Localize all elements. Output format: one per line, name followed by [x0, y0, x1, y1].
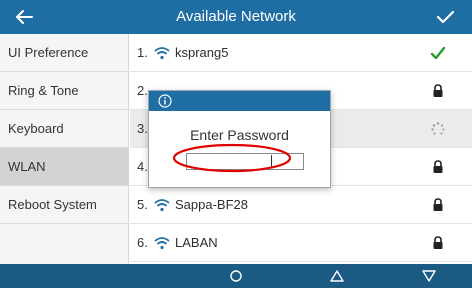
lock-icon [430, 235, 446, 251]
info-icon [158, 94, 172, 108]
page-title: Available Network [176, 8, 296, 25]
triangle-up-icon[interactable] [328, 268, 346, 284]
dialog-prompt: Enter Password [190, 127, 289, 143]
row-number: 4. [137, 159, 148, 174]
row-number: 6. [137, 235, 148, 250]
checkmark-icon [430, 45, 446, 61]
dialog-title-bar [149, 91, 330, 111]
network-row[interactable]: 1. ksprang5 [130, 34, 472, 72]
row-number: 2. [137, 83, 148, 98]
loading-spinner-icon [430, 121, 446, 137]
password-field[interactable] [186, 153, 304, 170]
network-ssid: Sappa-BF28 [175, 197, 248, 212]
wifi-icon [154, 236, 170, 250]
network-ssid: LABAN [175, 235, 218, 250]
sidebar-item-wlan[interactable]: WLAN [0, 148, 128, 186]
wifi-icon [154, 198, 170, 212]
checkmark-icon[interactable] [430, 4, 460, 30]
lock-icon [430, 159, 446, 175]
circle-icon[interactable] [227, 268, 245, 284]
sidebar-item-ring-tone[interactable]: Ring & Tone [0, 72, 128, 110]
wifi-icon [154, 46, 170, 60]
network-row[interactable]: 6. LABAN [130, 224, 472, 262]
title-bar: Available Network [0, 0, 472, 34]
password-dialog: Enter Password [148, 90, 331, 188]
softkey-bar [0, 264, 472, 288]
sidebar-item-ui-preference[interactable]: UI Preference [0, 34, 128, 72]
lock-icon [430, 197, 446, 213]
lock-icon [430, 83, 446, 99]
row-number: 5. [137, 197, 148, 212]
row-number: 1. [137, 45, 148, 60]
row-number: 3. [137, 121, 148, 136]
settings-sidebar: UI Preference Ring & Tone Keyboard WLAN … [0, 34, 129, 264]
sidebar-item-reboot-system[interactable]: Reboot System [0, 186, 128, 224]
network-row[interactable]: 5. Sappa-BF28 [130, 186, 472, 224]
sidebar-item-keyboard[interactable]: Keyboard [0, 110, 128, 148]
network-ssid: ksprang5 [175, 45, 229, 60]
triangle-down-icon[interactable] [420, 268, 438, 284]
